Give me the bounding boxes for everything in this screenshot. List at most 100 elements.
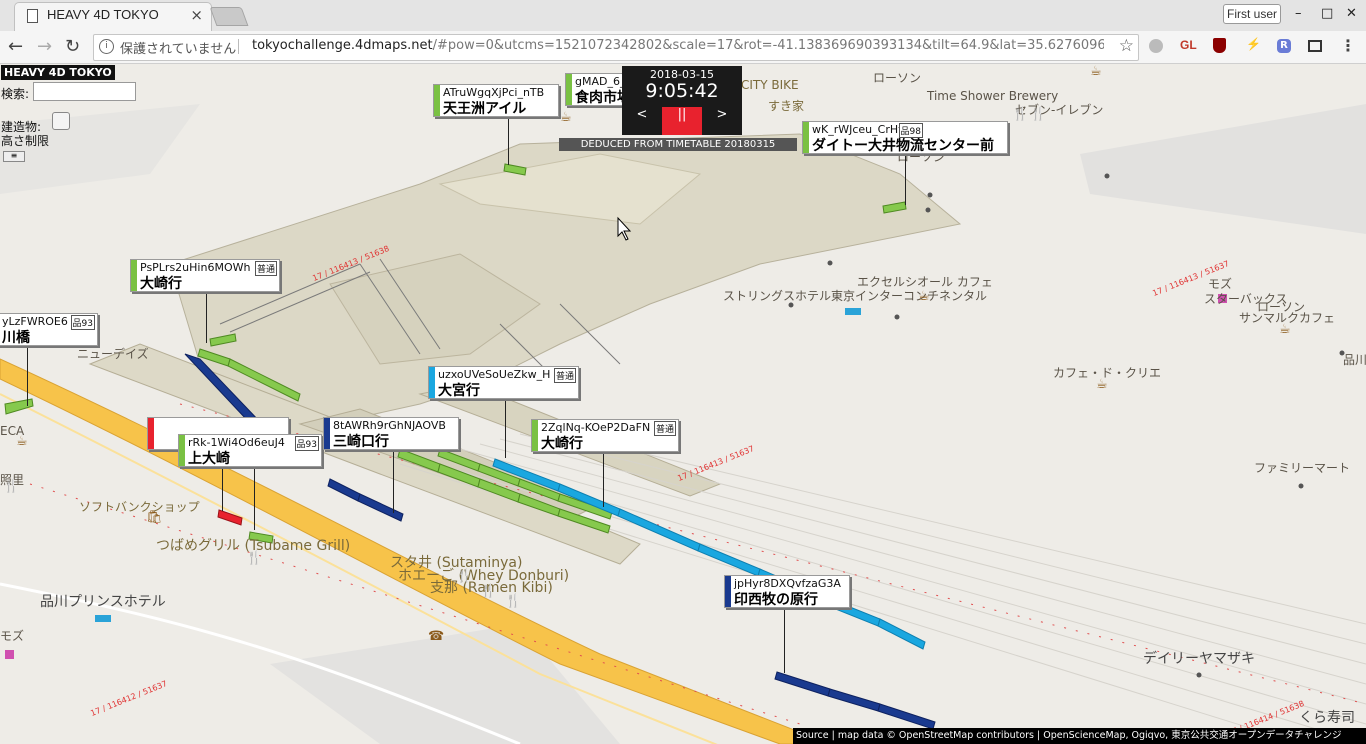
security-label[interactable]: 保護されていません (120, 38, 236, 57)
close-window-icon[interactable]: ✕ (1346, 6, 1357, 21)
phone-icon: ☎ (428, 629, 445, 644)
poi-label: ソフトバンクショップ (79, 500, 200, 514)
reload-icon[interactable]: ↻ (65, 36, 80, 57)
tab-heavy-4d-tokyo[interactable]: HEAVY 4D TOKYO × (14, 2, 212, 32)
gl-extension-icon[interactable]: GL (1180, 38, 1197, 52)
cafe-icon: ☕ (1090, 64, 1102, 79)
new-tab-button[interactable] (209, 7, 249, 26)
url-host: tokyochallenge.4dmaps.net (252, 38, 433, 53)
forward-icon[interactable]: → (37, 36, 52, 57)
page-icon (27, 9, 38, 23)
service-type-badge: 品93 (294, 436, 319, 451)
minimize-icon[interactable]: – (1295, 6, 1302, 21)
restaurant-icon: 🍴 (1012, 107, 1029, 122)
label-leader (603, 447, 604, 507)
time-display: 9:05:42 (645, 80, 719, 102)
train-label[interactable]: uzxoUVeSoUeZkw_H 大宮行 普通 (428, 366, 579, 399)
map-canvas[interactable] (0, 64, 1366, 744)
poi-label: デイリーヤマザキ (1143, 651, 1255, 667)
train-destination: 印西牧の原行 (734, 592, 818, 608)
train-destination: 大宮行 (438, 383, 480, 399)
line-color-bar (803, 122, 809, 153)
service-type-badge: 普通 (254, 261, 277, 276)
line-color-bar (429, 367, 435, 398)
app-title: HEAVY 4D TOKYO (1, 65, 115, 80)
building-toggle-checkbox[interactable] (52, 112, 70, 130)
ublock-icon[interactable] (1213, 38, 1226, 53)
train-label[interactable]: gMAD_6_LJqIX 食肉市場前 (565, 73, 625, 106)
tab-bar: HEAVY 4D TOKYO × First user – □ ✕ (0, 0, 1366, 32)
step-back-button[interactable]: < (622, 107, 662, 135)
panel-toggle-button[interactable]: ≡ (3, 151, 25, 162)
train-destination: 大崎行 (140, 276, 182, 292)
url-path: /#pow=0&utcms=1521072342802&scale=17&rot… (432, 38, 1104, 53)
url-text[interactable]: tokyochallenge.4dmaps.net/#pow=0&utcms=1… (252, 38, 1104, 53)
pause-button[interactable]: || (662, 107, 702, 135)
train-label[interactable]: 2ZqlNq-KOeP2DaFN 大崎行 普通 (531, 419, 679, 452)
poi-label: モズ (0, 629, 25, 643)
poi-label: くら寿司 (1299, 710, 1355, 726)
service-type-badge: 普通 (553, 368, 576, 383)
info-icon[interactable]: i (99, 39, 114, 54)
eyedropper-icon[interactable]: ⚡ (1246, 37, 1261, 51)
restaurant-icon: 🍴 (246, 551, 263, 566)
line-color-bar (179, 435, 185, 466)
label-leader (27, 343, 28, 406)
search-input[interactable] (33, 82, 136, 101)
map-attribution[interactable]: Source | map data © OpenStreetMap contri… (793, 728, 1366, 744)
poi-label: 品川 (1343, 353, 1366, 367)
label-leader (505, 396, 506, 458)
train-label[interactable]: jpHyr8DXQvfzaG3A 印西牧の原行 (724, 575, 850, 608)
label-leader (508, 113, 509, 165)
restaurant-icon: 🍴 (480, 584, 497, 599)
train-label[interactable]: wK_rWJceu_CrHyV ダイトー大井物流センター前 品98 (802, 121, 1008, 154)
train-label[interactable]: PsPLrs2uHin6MOWh 大崎行 普通 (130, 259, 280, 292)
maximize-icon[interactable]: □ (1321, 6, 1333, 21)
train-destination: 天王洲アイル (443, 101, 527, 117)
browser-toolbar: ← → ↻ i 保護されていません tokyochallenge.4dmaps.… (0, 31, 1366, 64)
poi-label: すき家 (768, 99, 805, 113)
step-forward-button[interactable]: > (702, 107, 742, 135)
train-destination: 大崎行 (541, 436, 583, 452)
train-label[interactable]: 8tAWRh9rGhNJAOVB 三崎口行 (323, 417, 459, 450)
poi-label: CITY BIKE (741, 78, 799, 92)
extension-icon[interactable] (1149, 39, 1163, 53)
poi-label: ローソン (873, 71, 922, 85)
line-color-bar (566, 74, 572, 105)
label-leader (393, 447, 394, 513)
menu-icon[interactable]: ⋮ (1340, 36, 1356, 55)
tab-title: HEAVY 4D TOKYO (47, 7, 159, 22)
service-type-badge: 普通 (653, 421, 676, 436)
restaurant-icon: 🍴 (456, 569, 473, 584)
poi-label: ストリングスホテル東京インターコンチネンタル (723, 289, 988, 303)
label-leader (905, 150, 906, 205)
service-type-badge: 品93 (70, 315, 95, 330)
tab-close-icon[interactable]: × (190, 6, 203, 24)
time-panel: 2018-03-15 9:05:42 < || > (622, 66, 742, 135)
poi-label: ファミリーマート (1254, 461, 1351, 475)
cafe-icon: ☕ (1279, 322, 1291, 337)
label-leader (784, 605, 785, 673)
poi-label: セブン-イレブン (1015, 103, 1104, 117)
poi-label: ニューデイズ (77, 347, 149, 361)
user-profile-button[interactable]: First user (1223, 4, 1282, 24)
line-color-bar (148, 418, 154, 449)
line-color-bar (324, 418, 330, 449)
cafe-icon: ☕ (560, 110, 572, 125)
line-color-bar (725, 576, 731, 607)
r-extension-icon[interactable]: R (1277, 39, 1291, 53)
map-3d-view[interactable]: CITY BIKE すき家 ローソン Time Shower Brewery セ… (0, 64, 1366, 744)
height-limit-label: 高さ制限 (1, 134, 50, 148)
label-leader (206, 288, 207, 343)
train-label[interactable]: ATruWgqXjPci_nTB 天王洲アイル (433, 84, 559, 117)
train-label[interactable]: rRk-1Wi4Od6euJ4 上大崎 品93 (178, 434, 322, 467)
restaurant-icon: 🍴 (1030, 107, 1047, 122)
train-destination: 川橋 (2, 330, 30, 346)
cast-icon[interactable] (1308, 40, 1322, 52)
train-label[interactable]: yLzFWROE6 川橋 品93 (0, 313, 98, 346)
address-bar[interactable]: i 保護されていません tokyochallenge.4dmaps.net/#p… (93, 34, 1139, 61)
back-icon[interactable]: ← (8, 36, 23, 57)
poi-label: 品川プリンスホテル (40, 594, 166, 610)
bookmark-star-icon[interactable]: ☆ (1119, 36, 1134, 56)
cafe-icon: ☕ (918, 289, 930, 304)
